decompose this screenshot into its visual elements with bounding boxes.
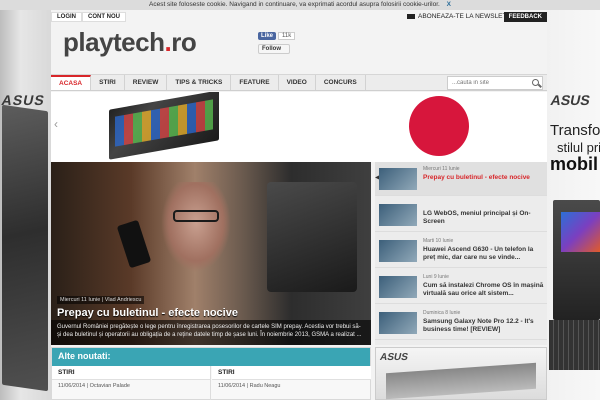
nav-review[interactable]: REVIEW <box>125 75 168 90</box>
featured-article[interactable]: Miercuri 11 Iunie | Vlad Andriescu Prepa… <box>51 162 371 345</box>
list-item[interactable]: LG WebOS, meniul principal și On-Screen <box>375 198 547 232</box>
ad-line-3: mobil <box>550 154 598 174</box>
twitter-follow-button[interactable]: Follow <box>258 44 290 54</box>
list-item[interactable]: Luni 9 Iunie Cum să instalezi Chrome OS … <box>375 270 547 304</box>
list-date: Duminica 8 Iunie <box>423 310 461 316</box>
hero-glasses-shape <box>173 210 219 222</box>
cookie-bar: Acest site foloseste cookie. Navigand in… <box>0 0 600 10</box>
news-column: STIRI 11/06/2014 | Radu Neagu <box>212 366 371 400</box>
ad-line-2: stilul prin <box>557 140 600 155</box>
category-label[interactable]: STIRI <box>212 366 371 380</box>
nav-tips-tricks[interactable]: TIPS & TRICKS <box>167 75 232 90</box>
fb-like-button[interactable]: Like <box>258 32 277 40</box>
hero-description: Guvernul României pregătește o lege pent… <box>51 320 371 345</box>
asus-logo-right: ASUS <box>549 92 592 108</box>
facebook-like[interactable]: Like 11k <box>258 32 296 40</box>
nav-video[interactable]: VIDEO <box>279 75 316 90</box>
nav-feature[interactable]: FEATURE <box>231 75 279 90</box>
new-account-link[interactable]: CONT NOU <box>82 12 126 22</box>
list-thumbnail <box>379 204 417 226</box>
list-title[interactable]: Huawei Ascend G630 - Un telefon la preț … <box>423 246 545 262</box>
asus-logo-box: ASUS <box>378 352 409 363</box>
login-link[interactable]: LOGIN <box>51 12 82 22</box>
nav-concurs[interactable]: CONCURS <box>316 75 366 90</box>
social-buttons: Like 11k Follow <box>258 32 296 54</box>
banner-red-circle <box>409 96 469 156</box>
search-icon[interactable] <box>532 79 539 86</box>
list-thumbnail <box>379 168 417 190</box>
article-meta: 11/06/2014 | Octavian Palade <box>58 383 130 389</box>
hero-phone-shape <box>116 219 152 269</box>
search-input[interactable] <box>447 76 543 90</box>
top-bar: LOGIN CONT NOU ABONEAZA-TE LA NEWSLETTER… <box>51 12 547 22</box>
hero-meta: Miercuri 11 Iunie | Vlad Andriescu <box>57 296 145 304</box>
cookie-close-button[interactable]: X <box>447 1 451 8</box>
right-ad-skin[interactable]: ASUS Transform stilul prin mobil <box>547 0 600 400</box>
envelope-icon <box>407 13 415 19</box>
list-item[interactable]: ◀ Miercuri 11 Iunie Prepay cu buletinul … <box>375 162 547 196</box>
logo-tld: ro <box>171 27 197 57</box>
main-column: LOGIN CONT NOU ABONEAZA-TE LA NEWSLETTER… <box>51 10 547 400</box>
left-ad-skin[interactable]: ASUS <box>0 0 51 400</box>
ad-line-1: Transform <box>550 122 600 139</box>
list-thumbnail <box>379 240 417 262</box>
news-column: STIRI 11/06/2014 | Octavian Palade <box>52 366 211 400</box>
article-meta: 11/06/2014 | Radu Neagu <box>218 383 281 389</box>
list-item[interactable]: Marti 10 Iunie Huawei Ascend G630 - Un t… <box>375 234 547 268</box>
list-title[interactable]: LG WebOS, meniul principal și On-Screen <box>423 210 545 226</box>
tablet-screen <box>561 212 600 252</box>
newsletter-link[interactable]: ABONEAZA-TE LA NEWSLETTER <box>407 12 520 22</box>
site-logo[interactable]: playtech.ro <box>63 27 197 58</box>
list-title[interactable]: Prepay cu buletinul - efecte nocive <box>423 174 545 182</box>
list-date: Miercuri 11 Iunie <box>423 166 460 172</box>
feedback-button[interactable]: FEEDBACK <box>503 12 547 22</box>
sidebar-ad[interactable]: ASUS <box>375 347 547 400</box>
list-date: Luni 9 Iunie <box>423 274 449 280</box>
cookie-text: Acest site foloseste cookie. Navigand in… <box>149 1 440 8</box>
featured-list: ◀ Miercuri 11 Iunie Prepay cu buletinul … <box>375 162 547 345</box>
list-title[interactable]: Samsung Galaxy Note Pro 12.2 - It's busi… <box>423 318 545 334</box>
nav-acasa[interactable]: ACASA <box>51 75 92 90</box>
tv-lineup-image <box>109 92 219 160</box>
list-date: Marti 10 Iunie <box>423 238 454 244</box>
hero-camera-shape <box>267 182 357 292</box>
other-news-header: Alte noutati: <box>52 348 370 366</box>
hero-title[interactable]: Prepay cu buletinul - efecte nocive <box>57 307 238 319</box>
keyboard-ad-image <box>549 320 600 370</box>
chevron-left-icon[interactable]: ‹ <box>51 115 61 133</box>
category-label[interactable]: STIRI <box>52 366 210 380</box>
nav-stiri[interactable]: STIRI <box>91 75 125 90</box>
list-thumbnail <box>379 276 417 298</box>
fb-like-count: 11k <box>278 32 296 40</box>
other-news: Alte noutati: STIRI 11/06/2014 | Octavia… <box>51 347 371 400</box>
list-title[interactable]: Cum să instalezi Chrome OS în mașină vir… <box>423 282 545 298</box>
list-item[interactable]: Duminica 8 Iunie Samsung Galaxy Note Pro… <box>375 306 547 340</box>
hero-person-shape <box>161 182 231 272</box>
logo-text: playtech <box>63 27 165 57</box>
laptop-ad-image <box>2 104 48 392</box>
list-thumbnail <box>379 312 417 334</box>
top-banner-ad[interactable]: ‹ <box>51 92 547 162</box>
ad-product-image <box>386 362 536 400</box>
